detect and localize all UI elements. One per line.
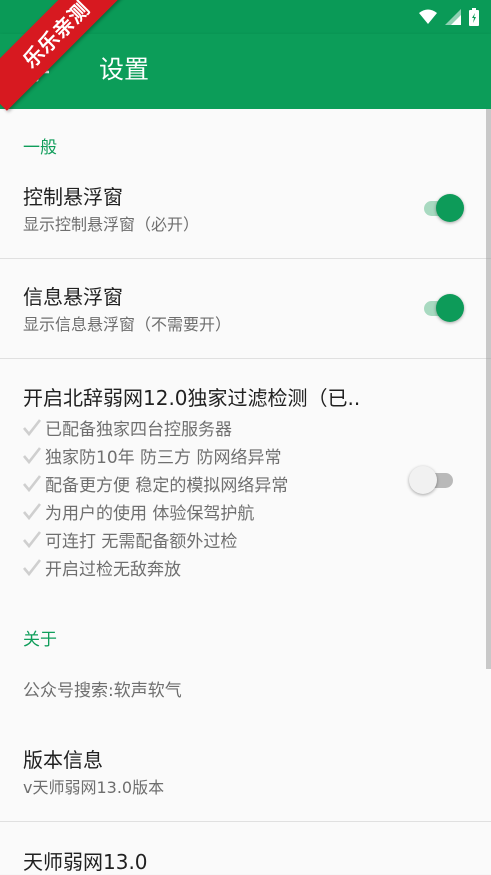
switch-thumb bbox=[436, 194, 464, 222]
list-item: 可连打 无需配备额外过检 bbox=[21, 525, 288, 553]
section-header-about: 关于 bbox=[23, 630, 57, 650]
filter-detection-switch[interactable] bbox=[409, 464, 455, 496]
feature-list: 已配备独家四台控服务器 独家防10年 防三方 防网络异常 配备更方便 稳定的模拟… bbox=[21, 413, 288, 581]
divider bbox=[0, 258, 491, 259]
check-mark-icon bbox=[23, 475, 42, 493]
battery-icon bbox=[469, 8, 479, 26]
pref-version-info[interactable]: 版本信息 v天师弱网13.0版本 bbox=[0, 731, 491, 817]
pref-title: 信息悬浮窗 bbox=[23, 285, 123, 309]
check-mark-icon bbox=[23, 419, 42, 437]
pref-summary: 显示信息悬浮窗（不需要开） bbox=[23, 315, 232, 334]
pref-summary: 公众号搜索:软声软气 bbox=[23, 681, 182, 701]
toolbar: 设置 bbox=[0, 34, 491, 109]
list-item: 已配备独家四台控服务器 bbox=[21, 413, 288, 441]
settings-list: 一般 控制悬浮窗 显示控制悬浮窗（必开） 信息悬浮窗 显示信息悬浮窗（不需要开）… bbox=[0, 109, 491, 874]
section-header-general: 一般 bbox=[23, 138, 57, 158]
feature-text: 开启过检无敌奔放 bbox=[45, 559, 181, 580]
pref-title: 控制悬浮窗 bbox=[23, 185, 123, 209]
wifi-icon bbox=[419, 9, 437, 24]
pref-wechat-account[interactable]: 公众号搜索:软声软气 bbox=[0, 659, 491, 715]
switch-thumb bbox=[436, 294, 464, 322]
pref-control-float[interactable]: 控制悬浮窗 显示控制悬浮窗（必开） bbox=[0, 171, 491, 257]
feature-text: 已配备独家四台控服务器 bbox=[45, 419, 232, 440]
check-mark-icon bbox=[23, 503, 42, 521]
scrollbar[interactable] bbox=[486, 109, 491, 669]
pref-summary: v天师弱网13.0版本 bbox=[23, 778, 165, 797]
pref-summary: 显示控制悬浮窗（必开） bbox=[23, 215, 200, 234]
check-mark-icon bbox=[23, 531, 42, 549]
list-item: 开启过检无敌奔放 bbox=[21, 553, 288, 581]
control-float-switch[interactable] bbox=[418, 192, 464, 224]
switch-thumb bbox=[409, 466, 437, 494]
feature-text: 为用户的使用 体验保驾护航 bbox=[45, 503, 255, 524]
pref-info-float[interactable]: 信息悬浮窗 显示信息悬浮窗（不需要开） bbox=[0, 271, 491, 357]
signal-icon bbox=[445, 9, 461, 25]
pref-title: 天师弱网13.0 bbox=[23, 850, 148, 874]
pref-title: 开启北辞弱网12.0独家过滤检测（已.. bbox=[23, 386, 361, 410]
list-item: 独家防10年 防三方 防网络异常 bbox=[21, 441, 288, 469]
divider bbox=[0, 821, 491, 822]
page-title: 设置 bbox=[99, 55, 150, 84]
feature-text: 可连打 无需配备额外过检 bbox=[45, 531, 238, 552]
pref-title: 版本信息 bbox=[23, 748, 103, 772]
list-item: 配备更方便 稳定的模拟网络异常 bbox=[21, 469, 288, 497]
info-float-switch[interactable] bbox=[418, 292, 464, 324]
check-mark-icon bbox=[23, 447, 42, 465]
check-mark-icon bbox=[23, 559, 42, 577]
pref-app-name[interactable]: 天师弱网13.0 bbox=[0, 831, 491, 874]
feature-text: 配备更方便 稳定的模拟网络异常 bbox=[45, 475, 289, 496]
feature-text: 独家防10年 防三方 防网络异常 bbox=[45, 447, 282, 468]
list-item: 为用户的使用 体验保驾护航 bbox=[21, 497, 288, 525]
status-icons bbox=[419, 8, 479, 26]
divider bbox=[0, 358, 491, 359]
